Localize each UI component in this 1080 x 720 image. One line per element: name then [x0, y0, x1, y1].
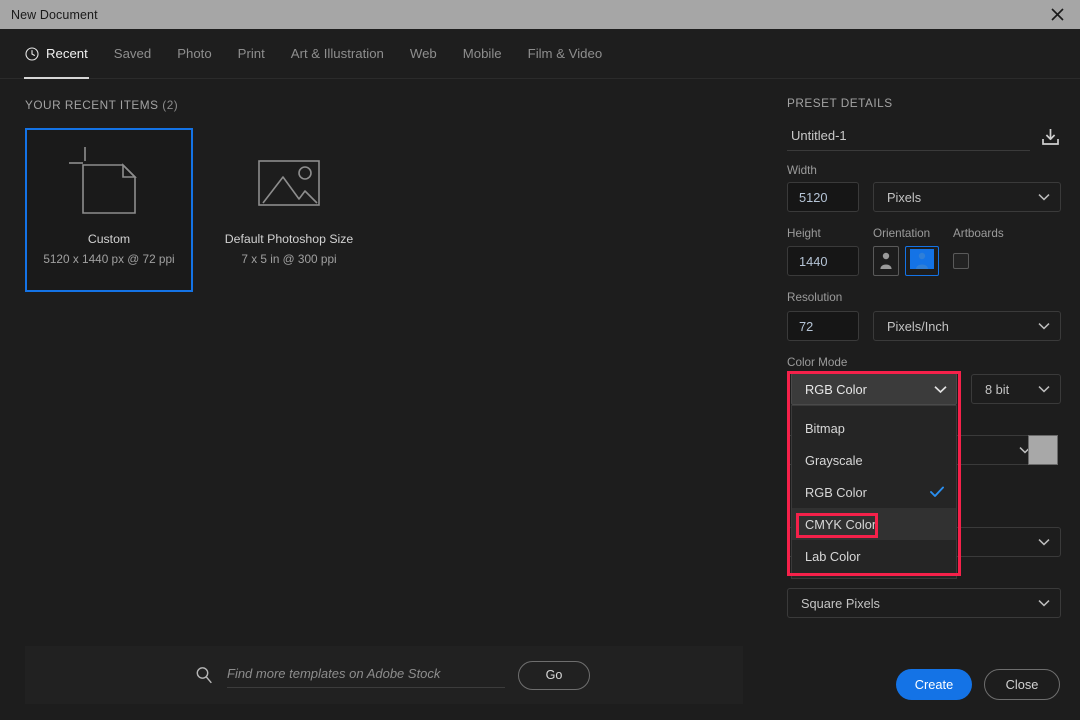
recent-items-heading-label: YOUR RECENT ITEMS — [25, 98, 158, 112]
orientation-label: Orientation — [873, 227, 930, 240]
menu-item-label: CMYK Color — [805, 517, 944, 532]
new-document-dialog: New Document Recent Saved Photo — [0, 0, 1080, 720]
save-preset-icon[interactable] — [1040, 127, 1061, 148]
orientation-landscape-button[interactable] — [905, 246, 939, 276]
orientation-portrait-icon — [878, 249, 894, 274]
tab-label: Art & Illustration — [291, 46, 384, 61]
adobe-stock-search-bar: Go — [25, 646, 743, 704]
search-icon — [195, 666, 213, 684]
resolution-unit-select[interactable]: Pixels/Inch — [873, 311, 1061, 341]
color-mode-dropdown-menu: Bitmap Grayscale RGB Color CMYK Color La… — [791, 405, 957, 579]
menu-item-label: RGB Color — [805, 485, 930, 500]
chevron-down-icon — [1038, 193, 1050, 201]
orientation-landscape-icon — [910, 249, 934, 274]
tab-saved[interactable]: Saved — [101, 29, 164, 79]
image-placeholder-icon — [207, 130, 371, 230]
recent-items-heading: YOUR RECENT ITEMS (2) — [25, 98, 178, 112]
tab-label: Mobile — [463, 46, 502, 61]
tab-label: Photo — [177, 46, 211, 61]
recent-item-meta: 5120 x 1440 px @ 72 ppi — [43, 252, 174, 266]
stock-search-input[interactable] — [227, 662, 505, 688]
tab-art-illustration[interactable]: Art & Illustration — [278, 29, 397, 79]
tab-recent[interactable]: Recent — [12, 29, 101, 79]
chevron-down-icon — [1038, 538, 1050, 546]
bit-depth-select[interactable]: 8 bit — [971, 374, 1061, 404]
tab-label: Web — [410, 46, 437, 61]
chevron-down-icon — [934, 382, 947, 397]
chevron-down-icon — [1038, 385, 1050, 393]
menu-item-rgb-color[interactable]: RGB Color — [792, 476, 956, 508]
menu-item-grayscale[interactable]: Grayscale — [792, 444, 956, 476]
width-unit-value: Pixels — [887, 190, 1032, 205]
tab-photo[interactable]: Photo — [164, 29, 224, 79]
height-label: Height — [787, 227, 821, 240]
create-button[interactable]: Create — [896, 669, 972, 700]
width-label: Width — [787, 164, 817, 177]
menu-item-label: Grayscale — [805, 453, 944, 468]
chevron-down-icon — [1038, 599, 1050, 607]
height-input[interactable] — [787, 246, 859, 276]
resolution-label: Resolution — [787, 291, 842, 304]
menu-item-label: Bitmap — [805, 421, 944, 436]
recent-item-name: Default Photoshop Size — [225, 232, 354, 246]
close-dialog-button[interactable]: Close — [984, 669, 1060, 700]
title-bar: New Document — [0, 0, 1080, 29]
menu-item-lab-color[interactable]: Lab Color — [792, 540, 956, 572]
artboards-checkbox[interactable] — [953, 253, 969, 269]
bit-depth-value: 8 bit — [985, 382, 1032, 397]
close-icon — [1051, 8, 1064, 21]
tab-label: Print — [238, 46, 265, 61]
document-name-input[interactable] — [787, 124, 1030, 151]
stock-go-button[interactable]: Go — [518, 661, 590, 690]
recent-item-name: Custom — [88, 232, 130, 246]
window-title: New Document — [11, 8, 98, 22]
tab-label: Recent — [46, 46, 88, 61]
recent-item-custom[interactable]: Custom 5120 x 1440 px @ 72 ppi — [25, 128, 193, 292]
custom-document-icon — [27, 130, 191, 230]
orientation-portrait-button[interactable] — [873, 246, 899, 276]
width-unit-select[interactable]: Pixels — [873, 182, 1061, 212]
background-color-swatch[interactable] — [1028, 435, 1058, 465]
recent-item-meta: 7 x 5 in @ 300 ppi — [241, 252, 336, 266]
chevron-down-icon — [1038, 322, 1050, 330]
tab-label: Saved — [114, 46, 151, 61]
category-tab-bar: Recent Saved Photo Print Art & Illustrat… — [0, 29, 1080, 79]
color-mode-select[interactable]: RGB Color — [791, 373, 957, 405]
close-window-button[interactable] — [1034, 0, 1080, 29]
recent-items-grid: Custom 5120 x 1440 px @ 72 ppi Default P… — [25, 128, 373, 292]
artboards-label: Artboards — [953, 227, 1004, 240]
clock-icon — [25, 47, 39, 61]
menu-item-cmyk-color[interactable]: CMYK Color — [792, 508, 956, 540]
resolution-unit-value: Pixels/Inch — [887, 319, 1032, 334]
recent-items-count: (2) — [162, 98, 178, 112]
pixel-aspect-ratio-select[interactable]: Square Pixels — [787, 588, 1061, 618]
resolution-input[interactable] — [787, 311, 859, 341]
tab-film-video[interactable]: Film & Video — [515, 29, 616, 79]
preset-details-heading: PRESET DETAILS — [787, 96, 893, 110]
menu-item-bitmap[interactable]: Bitmap — [792, 412, 956, 444]
menu-item-label: Lab Color — [805, 549, 944, 564]
tab-web[interactable]: Web — [397, 29, 450, 79]
recent-item-default-photoshop-size[interactable]: Default Photoshop Size 7 x 5 in @ 300 pp… — [205, 128, 373, 292]
recent-items-pane: YOUR RECENT ITEMS (2) Custom 5120 x 1440… — [0, 79, 768, 720]
color-mode-value: RGB Color — [805, 382, 934, 397]
tab-label: Film & Video — [528, 46, 603, 61]
tab-mobile[interactable]: Mobile — [450, 29, 515, 79]
pixel-aspect-ratio-value: Square Pixels — [801, 596, 1032, 611]
tab-print[interactable]: Print — [225, 29, 278, 79]
preset-name-row — [787, 122, 1061, 152]
color-mode-label: Color Mode — [787, 356, 847, 369]
checkmark-icon — [930, 486, 944, 498]
width-input[interactable] — [787, 182, 859, 212]
